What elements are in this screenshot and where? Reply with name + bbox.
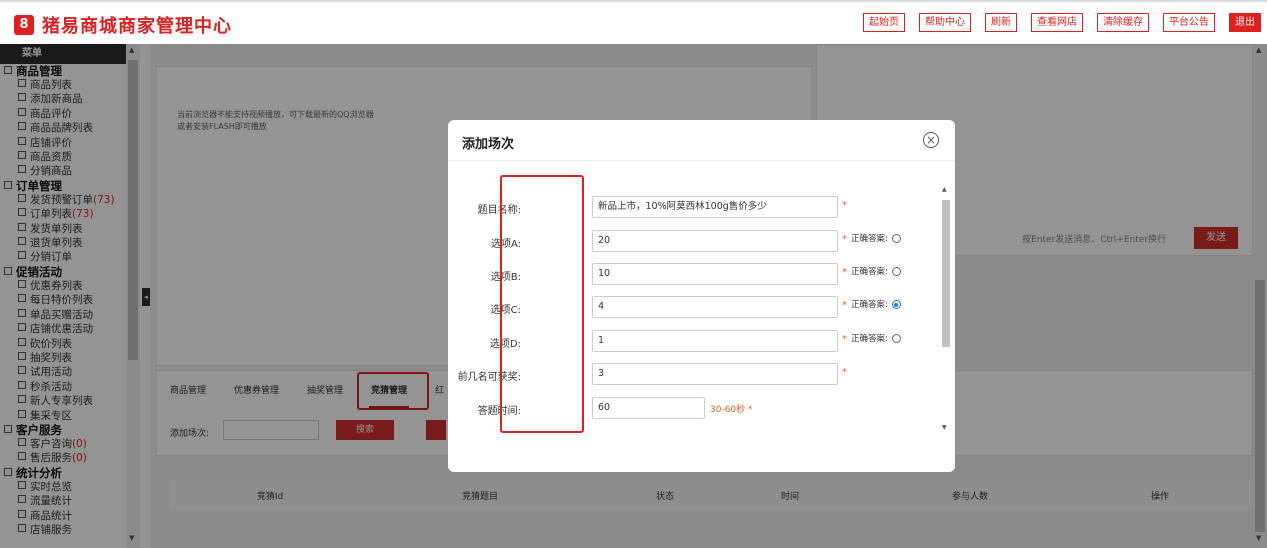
close-icon[interactable]: × [923, 132, 939, 148]
topic-input[interactable]: 新品上市，10%阿莫西林100g售价多少 [592, 196, 838, 218]
dialog-divider [448, 160, 955, 161]
required-mark: * [842, 267, 847, 278]
winners-input[interactable]: 3 [592, 363, 838, 385]
logo-icon: 8 [14, 15, 34, 35]
correct-label: 正确答案: [851, 300, 888, 310]
correct-answer-d: 正确答案: [851, 332, 901, 344]
option-a-input[interactable]: 20 [592, 230, 838, 252]
duration-hint: 30-60秒 * [710, 405, 753, 415]
refresh-button[interactable]: 刷新 [985, 13, 1017, 32]
radio-d[interactable] [891, 334, 901, 343]
dialog-scroll-up-icon[interactable]: ▲ [942, 186, 947, 193]
exit-button[interactable]: 退出 [1229, 13, 1261, 32]
dialog-scroll-down-icon[interactable]: ▼ [942, 424, 947, 431]
correct-answer-c: 正确答案: [851, 298, 901, 310]
option-d-input[interactable]: 1 [592, 330, 838, 352]
correct-label: 正确答案: [851, 234, 888, 244]
logo[interactable]: 8 猪易商城商家管理中心 [14, 12, 232, 38]
dialog-scrollbar[interactable]: ▲ ▼ [941, 186, 951, 436]
header-buttons: 起始页 帮助中心 刷新 查看网店 清除缓存 平台公告 退出 [849, 13, 1261, 32]
radio-c[interactable] [891, 300, 901, 309]
clear-cache-button[interactable]: 清除缓存 [1097, 13, 1149, 32]
required-mark: * [842, 234, 847, 245]
option-b-input[interactable]: 10 [592, 263, 838, 285]
duration-input[interactable]: 60 [592, 397, 705, 419]
required-mark: * [842, 200, 847, 211]
required-mark: * [842, 367, 847, 378]
dialog-scroll-thumb[interactable] [942, 200, 950, 347]
option-c-input[interactable]: 4 [592, 296, 838, 318]
home-button[interactable]: 起始页 [863, 13, 905, 32]
dialog-title: 添加场次 [462, 137, 515, 152]
correct-label: 正确答案: [851, 334, 888, 344]
app-title: 猪易商城商家管理中心 [42, 16, 232, 37]
radio-b[interactable] [891, 267, 901, 276]
required-mark: * [842, 334, 847, 345]
view-shop-button[interactable]: 查看网店 [1031, 13, 1083, 32]
correct-answer-a: 正确答案: [851, 232, 901, 244]
top-header: 8 猪易商城商家管理中心 起始页 帮助中心 刷新 查看网店 清除缓存 平台公告 … [0, 0, 1267, 44]
correct-answer-b: 正确答案: [851, 265, 901, 277]
correct-label: 正确答案: [851, 267, 888, 277]
add-round-dialog: 添加场次 × 题目名称: 新品上市，10%阿莫西林100g售价多少 * 选项A:… [448, 120, 955, 472]
required-mark: * [842, 300, 847, 311]
radio-a[interactable] [891, 234, 901, 243]
help-button[interactable]: 帮助中心 [919, 13, 971, 32]
announcement-button[interactable]: 平台公告 [1163, 13, 1215, 32]
labels-highlight-box [500, 175, 584, 433]
